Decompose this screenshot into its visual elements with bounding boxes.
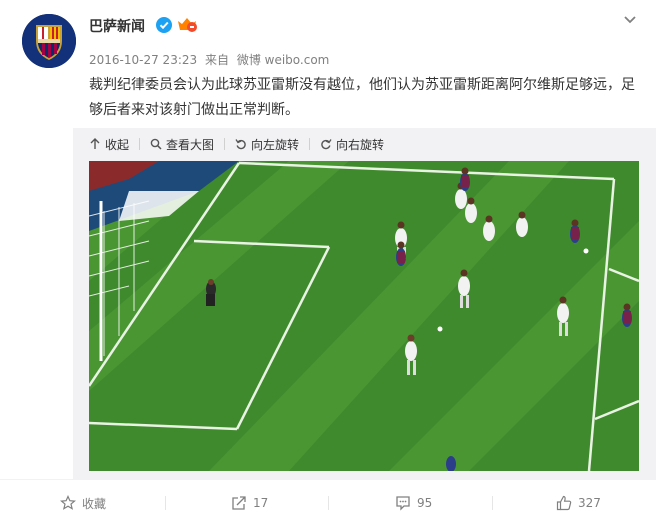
media-toolbar: 收起 查看大图 向左旋转 向右旋转 (89, 135, 394, 153)
thumbs-up-icon (556, 495, 572, 511)
collapse-label: 收起 (105, 137, 130, 152)
favorite-button[interactable]: 收藏 (60, 494, 106, 512)
comment-button[interactable]: 95 (395, 494, 432, 512)
post-text: 裁判纪律委员会认为此球苏亚雷斯没有越位，他们认为苏亚雷斯距离阿尔维斯足够远，足够… (89, 77, 635, 118)
post-image[interactable] (89, 161, 639, 471)
weibo-post-card: 巴萨新闻 2016-10-27 23:23 来自 微博 weibo.com 裁判… (0, 0, 656, 522)
view-large-button[interactable]: 查看大图 (150, 136, 214, 153)
post-footer: 收藏 17 95 327 (0, 479, 656, 523)
arrow-up-icon (90, 138, 100, 149)
favorite-label: 收藏 (82, 496, 107, 511)
footer-divider (492, 496, 493, 510)
rotate-left-icon (235, 139, 246, 150)
toolbar-divider (139, 138, 141, 150)
star-icon (60, 495, 76, 510)
repost-count: 17 (253, 496, 269, 510)
post-date[interactable]: 2016-10-27 23:23 (89, 53, 197, 67)
football-pitch-photo (89, 161, 639, 471)
chevron-down-icon[interactable] (622, 14, 638, 26)
author-name[interactable]: 巴萨新闻 (89, 16, 145, 36)
toolbar-divider (309, 138, 311, 150)
rotate-right-label: 向右旋转 (336, 137, 385, 152)
footer-divider (165, 496, 166, 510)
repost-button[interactable]: 17 (231, 494, 268, 512)
like-button[interactable]: 327 (556, 494, 601, 512)
like-count: 327 (578, 496, 601, 510)
rotate-right-button[interactable]: 向右旋转 (320, 136, 384, 153)
comment-count: 95 (417, 496, 433, 510)
verified-icon (156, 17, 172, 33)
view-large-label: 查看大图 (166, 137, 215, 152)
fcb-crest-icon (22, 14, 76, 68)
collapse-button[interactable]: 收起 (89, 136, 129, 153)
footer-divider (328, 496, 329, 510)
source-prefix: 来自 (204, 53, 229, 67)
rotate-left-label: 向左旋转 (251, 137, 300, 152)
post-source[interactable]: 微博 weibo.com (237, 53, 330, 67)
share-icon (232, 496, 246, 510)
magnifier-icon (150, 138, 162, 150)
rotate-right-icon (321, 139, 332, 150)
member-crown-icon[interactable] (176, 15, 198, 33)
avatar[interactable] (22, 14, 76, 68)
comment-icon (396, 496, 410, 511)
rotate-left-button[interactable]: 向左旋转 (235, 136, 299, 153)
post-meta: 2016-10-27 23:23 来自 微博 weibo.com (89, 51, 333, 68)
toolbar-divider (224, 138, 226, 150)
